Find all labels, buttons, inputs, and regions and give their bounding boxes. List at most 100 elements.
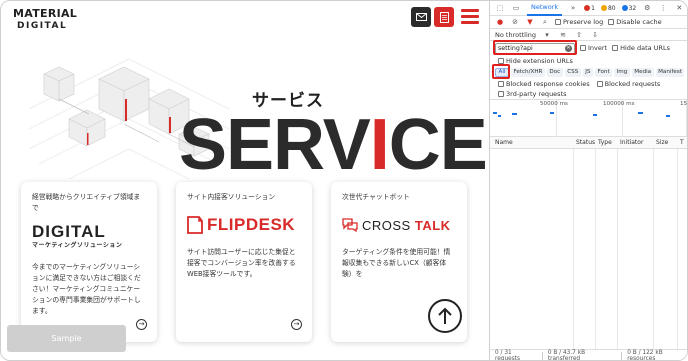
column-type[interactable]: Type <box>598 139 612 146</box>
card-description: サイト訪問ユーザーに応じた集促と接客でコンバージョン率を改善するWEB接客ツール… <box>187 248 296 278</box>
export-har-icon[interactable]: ⇩ <box>590 30 600 40</box>
card-description: 今までのマーケティングソリューションに満足できない方はご相談ください！マーケティ… <box>32 263 141 315</box>
device-toolbar-icon[interactable]: ▭ <box>511 3 521 13</box>
resource-type-filter: All Fetch/XHR Doc CSS JS Font Img Media … <box>490 66 687 78</box>
all-type-highlight-outline <box>492 64 510 79</box>
disable-cache-checkbox[interactable]: Disable cache <box>608 18 662 26</box>
more-options-icon[interactable]: ⋮ <box>658 3 668 13</box>
card-description: ターゲティング条件を使用可能！情報収集もできる新しいCX（顧客体験）を <box>342 248 451 278</box>
info-count-badge[interactable]: 32 <box>621 5 636 12</box>
browser-window: MATERIAL DIGITAL サービス SERVICE 経営戦略からクリエイ… <box>0 0 688 361</box>
preserve-log-label: Preserve log <box>563 18 604 26</box>
request-table-header: Name Status Type Initiator Size T <box>490 137 687 149</box>
warning-count-badge[interactable]: 80 <box>600 5 616 12</box>
brand-name: FLIPDESK <box>207 215 296 234</box>
inspect-element-icon[interactable]: ⬚ <box>495 3 505 13</box>
divider <box>541 352 543 360</box>
arrow-right-icon[interactable]: → <box>291 319 302 330</box>
chevron-down-icon[interactable]: ▾ <box>542 30 552 40</box>
blocked-response-cookies-checkbox[interactable]: Blocked response cookies <box>498 80 590 88</box>
chat-bubbles-icon <box>342 218 358 232</box>
third-party-row: 3rd-party requests <box>490 89 687 100</box>
type-filter-js[interactable]: JS <box>582 67 593 77</box>
column-name[interactable]: Name <box>495 139 513 146</box>
column-divider <box>653 149 654 349</box>
hide-data-urls-checkbox[interactable]: Hide data URLs <box>612 44 670 52</box>
service-text-suffix: CE <box>388 105 488 185</box>
card-heading: 次世代チャットボット <box>342 193 410 201</box>
contact-mail-button[interactable] <box>411 7 431 27</box>
network-conditions-icon[interactable]: ≋ <box>558 30 568 40</box>
service-card-digital[interactable]: 経営戦略からクリエイティブ領域まで DIGITAL マーケティングソリューション… <box>21 182 157 342</box>
devtools-tab-bar: ⬚ ▭ Network » 1 80 32 ⚙ ⋮ ✕ <box>490 1 687 16</box>
logo-line1: MATERIAL <box>13 7 78 20</box>
document-icon <box>439 11 449 23</box>
info-icon <box>621 5 628 11</box>
arrow-right-icon[interactable]: → <box>136 319 147 330</box>
search-icon[interactable]: ⌕ <box>540 17 550 27</box>
timeline-label: 50000 ms <box>540 101 568 107</box>
flipdesk-logo-icon <box>187 216 203 234</box>
checkbox <box>608 19 615 25</box>
settings-gear-icon[interactable]: ⚙ <box>642 3 652 13</box>
timeline-request-bar <box>512 113 517 115</box>
more-tabs-icon[interactable]: » <box>568 3 578 13</box>
column-initiator[interactable]: Initiator <box>620 139 643 146</box>
menu-hamburger-icon[interactable] <box>461 9 479 24</box>
column-divider <box>677 149 678 349</box>
arrow-up-icon <box>438 307 452 324</box>
hide-data-urls-label: Hide data URLs <box>620 44 670 52</box>
service-card-flipdesk[interactable]: サイト内接客ソリューション FLIPDESK サイト訪問ユーザーに応じた集促と接… <box>176 182 312 342</box>
import-har-icon[interactable]: ⇧ <box>574 30 584 40</box>
disable-cache-label: Disable cache <box>616 18 662 26</box>
error-count-badge[interactable]: 1 <box>584 5 595 12</box>
type-filter-css[interactable]: CSS <box>564 67 581 77</box>
column-status[interactable]: Status <box>576 139 595 146</box>
type-filter-img[interactable]: Img <box>614 67 630 77</box>
preserve-log-checkbox[interactable]: Preserve log <box>555 18 603 26</box>
card-heading: 経営戦略からクリエイティブ領域まで <box>32 193 141 212</box>
type-filter-media[interactable]: Media <box>631 67 654 77</box>
blocked-requests-label: Blocked requests <box>604 79 661 88</box>
type-filter-doc[interactable]: Doc <box>546 67 563 77</box>
service-text-red-letter: I <box>369 105 390 185</box>
clear-icon[interactable]: ⊘ <box>510 17 520 27</box>
third-party-requests-checkbox[interactable]: 3rd-party requests <box>498 90 567 98</box>
site-logo[interactable]: MATERIAL DIGITAL <box>13 7 78 31</box>
invert-checkbox[interactable]: Invert <box>580 44 607 52</box>
hide-extension-urls-checkbox[interactable]: Hide extension URLs <box>498 57 573 65</box>
logo-line2: DIGITAL <box>17 21 68 31</box>
sample-button[interactable]: Sample <box>7 325 126 352</box>
close-icon[interactable]: ✕ <box>674 3 684 13</box>
checkbox <box>596 80 603 87</box>
filter-highlight-outline <box>493 40 577 55</box>
service-heading-en: SERVICE <box>179 105 488 185</box>
blocked-row: Blocked response cookies Blocked request… <box>490 78 687 89</box>
type-filter-font[interactable]: Font <box>594 67 613 77</box>
blocked-requests-checkbox[interactable]: Blocked requests <box>596 79 661 88</box>
column-time[interactable]: T <box>680 139 684 146</box>
network-toolbar: ● ⊘ ▼ ⌕ Preserve log Disable cache <box>490 16 687 29</box>
document-request-button[interactable] <box>434 7 454 27</box>
service-card-crosstalk[interactable]: 次世代チャットボット CROSS TALK ターゲティング条件を使用可能！情報収… <box>331 182 467 342</box>
checkbox <box>612 45 619 51</box>
network-overview-timeline[interactable]: 50000 ms 100000 ms 15 <box>490 100 687 137</box>
requests-count: 0 / 31 requests <box>495 350 521 361</box>
timeline-label: 100000 ms <box>603 101 635 107</box>
column-divider <box>595 149 596 349</box>
divider <box>621 352 623 360</box>
type-filter-fetch-xhr[interactable]: Fetch/XHR <box>510 67 545 77</box>
scroll-to-top-button[interactable] <box>428 299 462 333</box>
brand-name: CROSS TALK <box>362 218 451 233</box>
throttling-select[interactable]: No throttling <box>495 31 536 39</box>
card-heading: サイト内接客ソリューション <box>187 193 276 201</box>
flipdesk-brand-logo: FLIPDESK <box>187 213 301 237</box>
filter-icon[interactable]: ▼ <box>525 17 535 27</box>
column-size[interactable]: Size <box>656 139 668 146</box>
warning-icon <box>600 5 607 11</box>
tab-network[interactable]: Network <box>527 1 563 16</box>
checkbox <box>498 91 504 97</box>
record-icon[interactable]: ● <box>495 17 505 27</box>
type-filter-manifest[interactable]: Manifest <box>655 67 685 77</box>
digital-brand-logo: DIGITAL マーケティングソリューション <box>32 223 146 252</box>
